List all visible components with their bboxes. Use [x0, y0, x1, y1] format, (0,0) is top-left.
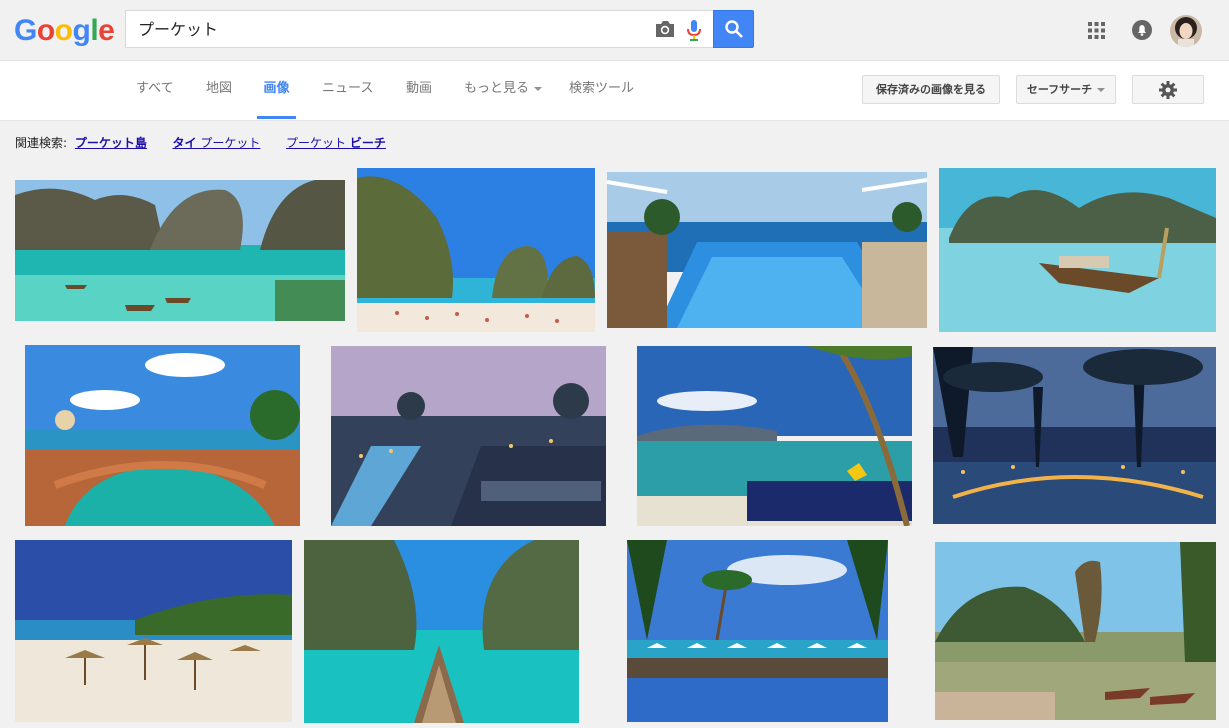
tab-images[interactable]: 画像	[257, 61, 296, 119]
chevron-down-icon	[534, 86, 543, 91]
logo-letter: G	[14, 14, 37, 47]
logo-letter: g	[72, 14, 91, 47]
image-result[interactable]	[933, 347, 1216, 524]
apps-grid-icon[interactable]	[1088, 22, 1105, 39]
image-result[interactable]	[25, 345, 300, 526]
safesearch-button[interactable]: セーフサーチ	[1016, 75, 1116, 104]
search-button[interactable]	[713, 10, 754, 48]
top-bar: Google	[0, 0, 1229, 61]
related-link-phuket-beach[interactable]: プーケット ビーチ	[286, 136, 386, 150]
logo-letter: l	[90, 14, 99, 47]
image-result[interactable]	[627, 540, 888, 722]
search-icon	[725, 20, 743, 38]
gear-icon	[1159, 81, 1177, 99]
settings-button[interactable]	[1132, 75, 1204, 104]
related-link-text: プーケット	[286, 136, 350, 150]
logo-letter: o	[54, 14, 73, 47]
image-result[interactable]	[935, 542, 1216, 720]
image-result[interactable]	[15, 540, 292, 722]
image-result[interactable]	[15, 180, 345, 321]
related-link-text: ビーチ	[349, 136, 386, 150]
related-link-text: プーケット	[196, 136, 261, 150]
search-nav-bar: すべて 地図 画像 ニュース 動画 もっと見る 検索ツール 保存済みの画像を見る…	[0, 61, 1229, 121]
notifications-bell-icon[interactable]	[1132, 20, 1152, 40]
image-result[interactable]	[939, 168, 1216, 332]
tab-all[interactable]: すべて	[136, 61, 174, 119]
related-link-text: タイ	[172, 136, 197, 150]
search-box	[125, 10, 713, 49]
saved-images-button[interactable]: 保存済みの画像を見る	[862, 75, 1000, 104]
avatar[interactable]	[1170, 15, 1202, 47]
google-logo[interactable]: Google	[14, 13, 115, 49]
tab-more[interactable]: もっと見る	[464, 61, 543, 119]
tab-videos[interactable]: 動画	[406, 61, 432, 119]
chevron-down-icon	[1097, 88, 1106, 92]
microphone-icon[interactable]	[686, 19, 702, 41]
tab-more-label: もっと見る	[464, 81, 530, 96]
tab-maps[interactable]: 地図	[206, 61, 232, 119]
camera-icon[interactable]	[654, 20, 676, 38]
search-input[interactable]	[136, 11, 640, 49]
image-result[interactable]	[304, 540, 579, 723]
logo-letter: e	[98, 14, 115, 47]
image-result[interactable]	[637, 346, 912, 526]
safesearch-label: セーフサーチ	[1026, 83, 1093, 96]
tab-news[interactable]: ニュース	[322, 61, 373, 119]
related-link-text: プーケット島	[74, 136, 147, 150]
image-result[interactable]	[331, 346, 606, 526]
related-label: 関連検索:	[15, 136, 68, 150]
image-result[interactable]	[357, 168, 595, 332]
tab-search-tools[interactable]: 検索ツール	[569, 61, 634, 119]
related-link-thai-phuket[interactable]: タイ プーケット	[173, 136, 261, 150]
logo-letter: o	[36, 14, 55, 47]
related-searches: 関連検索: プーケット島 タイ プーケット プーケット ビーチ	[15, 134, 386, 151]
image-result[interactable]	[607, 172, 927, 328]
related-link-phuket-island[interactable]: プーケット島	[75, 136, 147, 150]
